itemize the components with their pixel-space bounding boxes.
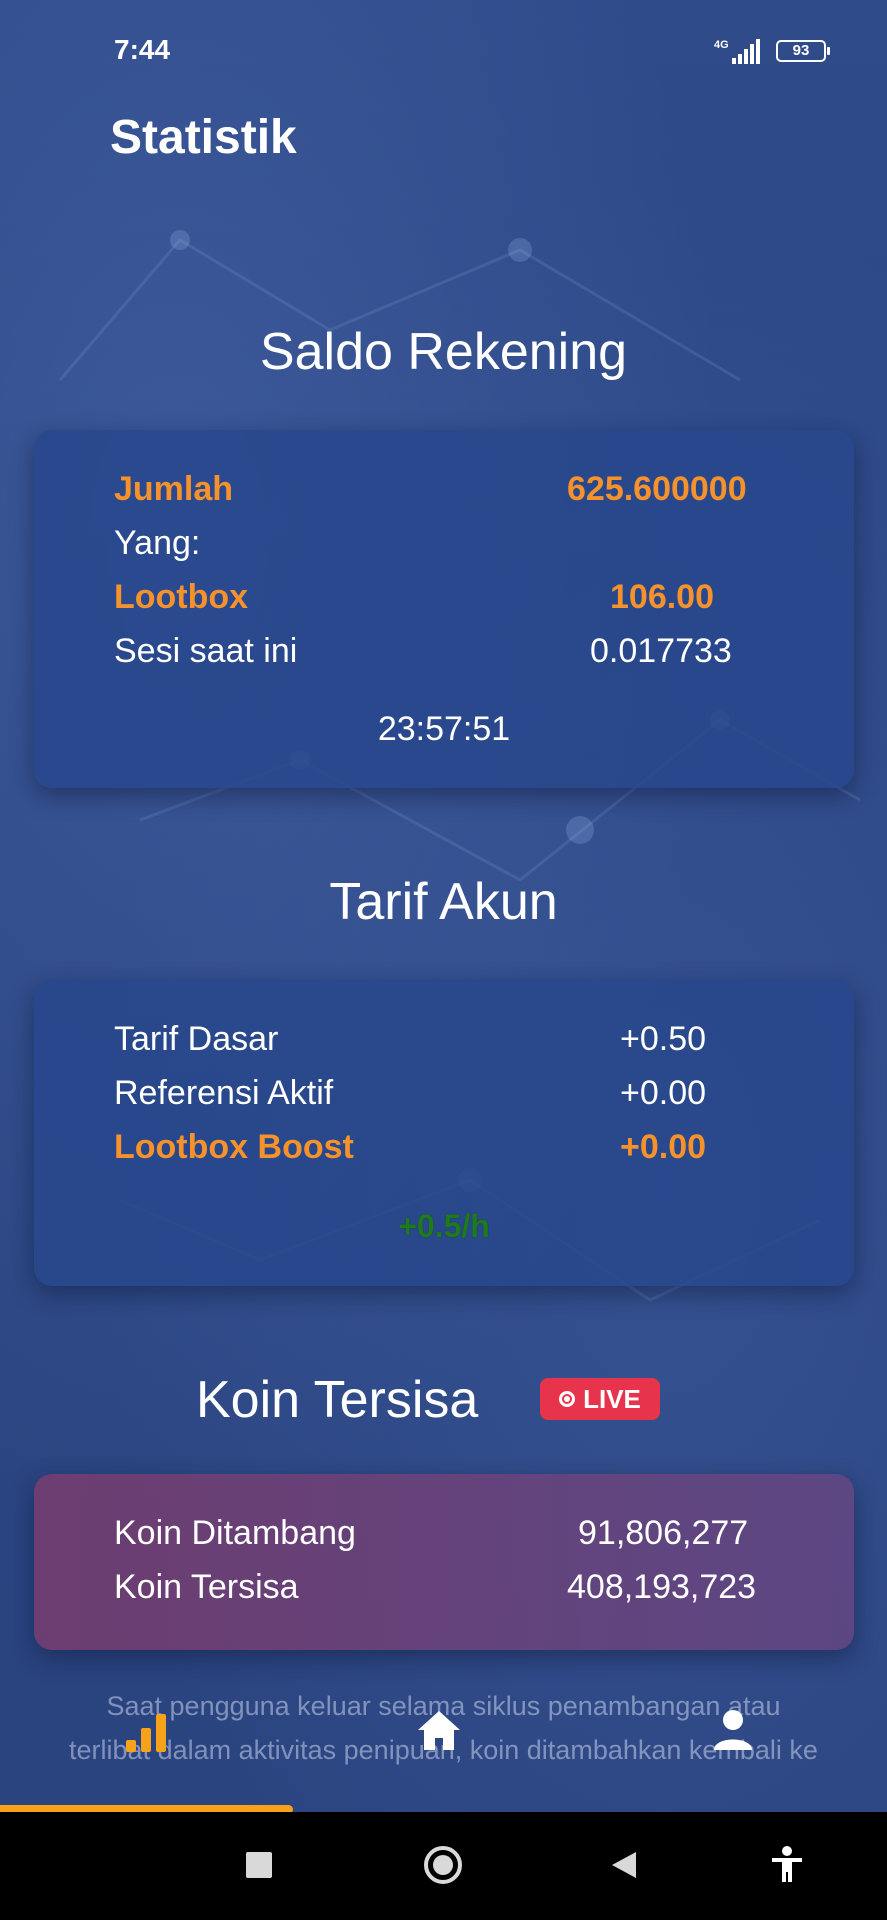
koin-label-tersisa: Koin Tersisa xyxy=(114,1568,299,1606)
saldo-label-sesi: Sesi saat ini xyxy=(114,632,298,670)
home-circle-icon[interactable] xyxy=(423,1845,463,1885)
koin-card: Koin Ditambang 91,806,277 Koin Tersisa 4… xyxy=(34,1474,854,1650)
saldo-value-jumlah: 625.600000 xyxy=(567,470,747,508)
accessibility-icon[interactable] xyxy=(770,1846,804,1884)
battery-level: 93 xyxy=(792,42,810,59)
saldo-value-lootbox: 106.00 xyxy=(610,578,714,616)
koin-value-ditambang: 91,806,277 xyxy=(578,1514,749,1552)
bottom-nav xyxy=(0,1690,887,1812)
tarif-section-title: Tarif Akun xyxy=(329,873,558,931)
tarif-value-dasar: +0.50 xyxy=(620,1020,707,1058)
session-timer: 23:57:51 xyxy=(377,710,511,748)
tarif-value-referensi: +0.00 xyxy=(620,1074,707,1112)
saldo-label-jumlah: Jumlah xyxy=(114,470,234,508)
tarif-value-lootbox-boost: +0.00 xyxy=(620,1128,707,1166)
bar-chart-icon[interactable] xyxy=(124,1710,168,1754)
status-bar: 7:44 4G 93 xyxy=(0,0,887,100)
user-icon[interactable] xyxy=(712,1708,754,1752)
status-time: 7:44 xyxy=(114,34,171,65)
tarif-card: Tarif Dasar +0.50 Referensi Aktif +0.00 … xyxy=(34,980,854,1286)
system-nav-bar xyxy=(0,1812,887,1920)
total-rate: +0.5/h xyxy=(398,1208,490,1244)
saldo-card: Jumlah 625.600000 Yang: Lootbox 106.00 S… xyxy=(34,430,854,788)
saldo-label-lootbox: Lootbox xyxy=(114,578,249,616)
tarif-label-lootbox-boost: Lootbox Boost xyxy=(114,1128,354,1166)
live-label: LIVE xyxy=(583,1383,641,1414)
tarif-label-dasar: Tarif Dasar xyxy=(114,1020,279,1058)
network-type: 4G xyxy=(714,39,729,51)
cellular-signal-icon: 4G xyxy=(714,39,760,64)
saldo-label-yang: Yang: xyxy=(114,524,201,562)
page-title: Statistik xyxy=(110,111,297,164)
koin-section-title: Koin Tersisa xyxy=(196,1371,479,1429)
koin-label-ditambang: Koin Ditambang xyxy=(114,1514,356,1552)
saldo-value-sesi: 0.017733 xyxy=(590,632,732,670)
battery-icon: 93 xyxy=(776,40,830,62)
tarif-label-referensi: Referensi Aktif xyxy=(114,1074,334,1112)
live-record-icon xyxy=(559,1391,576,1407)
koin-value-tersisa: 408,193,723 xyxy=(567,1568,757,1606)
recent-apps-icon[interactable] xyxy=(246,1852,272,1878)
back-icon[interactable] xyxy=(610,1850,638,1880)
live-badge: LIVE xyxy=(540,1378,660,1420)
home-icon[interactable] xyxy=(416,1708,462,1752)
saldo-section-title: Saldo Rekening xyxy=(259,323,628,381)
